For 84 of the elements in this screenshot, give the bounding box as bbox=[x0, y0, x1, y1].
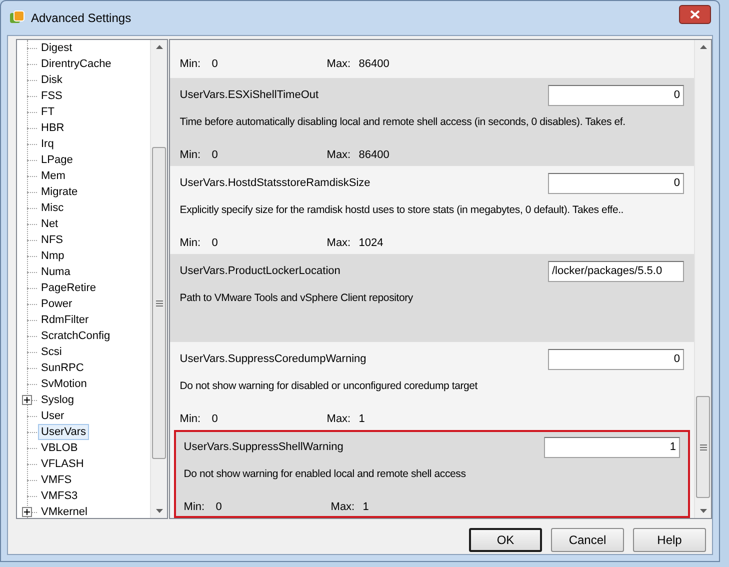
tree-item[interactable]: Digest bbox=[38, 40, 76, 56]
scroll-up-icon[interactable] bbox=[156, 45, 163, 49]
max-label: Max: bbox=[330, 500, 356, 514]
tree-item[interactable]: VMFS bbox=[38, 472, 75, 488]
tree-item[interactable]: Power bbox=[38, 296, 76, 312]
tree-item[interactable]: Mem bbox=[38, 168, 68, 184]
min-label: Min: bbox=[184, 500, 206, 514]
value-field[interactable]: 1 bbox=[544, 436, 680, 458]
max-value: 1024 bbox=[358, 236, 384, 250]
min-value: 0 bbox=[216, 500, 223, 514]
tree-item[interactable]: Nmp bbox=[38, 248, 68, 264]
tree-item[interactable]: DirentryCache bbox=[38, 56, 114, 72]
setting-description: Path to VMware Tools and vSphere Client repository bbox=[180, 291, 414, 306]
expand-icon[interactable] bbox=[22, 507, 32, 517]
dialog-button[interactable]: Help bbox=[633, 528, 706, 552]
dialog-button[interactable]: Cancel bbox=[551, 528, 624, 552]
scroll-thumb[interactable] bbox=[696, 396, 710, 498]
setting-name: UserVars.ProductLockerLocation bbox=[180, 264, 340, 279]
tree-item[interactable]: VBLOB bbox=[38, 440, 81, 456]
tree-item[interactable]: LPage bbox=[38, 152, 76, 168]
tree-item[interactable]: NFS bbox=[38, 232, 66, 248]
scroll-down-icon[interactable] bbox=[156, 509, 163, 513]
tree-item[interactable]: ScratchConfig bbox=[38, 328, 114, 344]
tree-item[interactable]: Scsi bbox=[38, 344, 65, 360]
scroll-thumb[interactable] bbox=[152, 147, 166, 459]
tree-item[interactable]: SunRPC bbox=[38, 360, 87, 376]
tree-item[interactable]: VFLASH bbox=[38, 456, 87, 472]
min-label: Min: bbox=[180, 56, 202, 72]
value-field[interactable]: 0 bbox=[548, 348, 684, 370]
tree-item[interactable]: User bbox=[38, 408, 68, 424]
tree-item[interactable]: Numa bbox=[38, 264, 74, 280]
max-value: 86400 bbox=[358, 148, 390, 162]
tree-item[interactable]: FSS bbox=[38, 88, 66, 104]
setting-description: Time before automatically disabling local and remote shell access (in seconds, 0 disables). Takes ef. bbox=[180, 115, 626, 130]
tree-item[interactable]: VMFS3 bbox=[38, 488, 81, 504]
max-label: Max: bbox=[326, 148, 352, 162]
max-value: 1 bbox=[358, 412, 365, 426]
tree-item[interactable]: RdmFilter bbox=[38, 312, 92, 328]
setting-name: UserVars.SuppressShellWarning bbox=[184, 440, 344, 455]
app-logo-icon bbox=[9, 10, 25, 26]
setting-description: Do not show warning for enabled local and remote shell access bbox=[184, 467, 467, 482]
scrollbar[interactable] bbox=[150, 40, 167, 518]
setting-name: UserVars.SuppressCoredumpWarning bbox=[180, 352, 366, 367]
max-label: Max: bbox=[326, 236, 352, 250]
max-value: 1 bbox=[362, 500, 369, 514]
setting-description: Do not show warning for disabled or unconfigured coredump target bbox=[180, 379, 479, 394]
tree-item[interactable]: Disk bbox=[38, 72, 66, 88]
grip-icon bbox=[156, 300, 163, 307]
tree-item[interactable]: HBR bbox=[38, 120, 68, 136]
min-label: Min: bbox=[180, 412, 202, 426]
value-field[interactable]: 0 bbox=[548, 172, 684, 194]
value-field[interactable]: /locker/packages/5.5.0 bbox=[548, 260, 684, 282]
tree-item[interactable]: Migrate bbox=[38, 184, 81, 200]
max-label: Max: bbox=[326, 412, 352, 426]
setting-description: Explicitly specify size for the ramdisk hostd uses to store stats (in megabytes, 0 default). Takes effe.. bbox=[180, 203, 625, 218]
scroll-down-icon[interactable] bbox=[700, 509, 707, 513]
scroll-up-icon[interactable] bbox=[700, 45, 707, 49]
tree-item[interactable]: UserVars bbox=[38, 424, 90, 440]
tree-item[interactable]: Misc bbox=[38, 200, 67, 216]
tree-item[interactable]: Syslog bbox=[38, 392, 78, 408]
min-value: 0 bbox=[212, 412, 219, 426]
tree-item[interactable]: Net bbox=[38, 216, 62, 232]
setting-name: UserVars.HostdStatsstoreRamdiskSize bbox=[180, 176, 370, 191]
tree-item[interactable]: SvMotion bbox=[38, 376, 90, 392]
expand-icon[interactable] bbox=[22, 395, 32, 405]
min-value: 0 bbox=[212, 236, 219, 250]
tree-item[interactable]: VMkernel bbox=[38, 504, 90, 520]
max-value: 86400 bbox=[358, 56, 390, 72]
tree-item[interactable]: PageRetire bbox=[38, 280, 100, 296]
window-title: Advanced Settings bbox=[31, 10, 132, 27]
setting-name: UserVars.ESXiShellTimeOut bbox=[180, 88, 319, 103]
min-value: 0 bbox=[212, 148, 219, 162]
close-button[interactable] bbox=[679, 4, 711, 24]
max-label: Max: bbox=[326, 56, 352, 72]
tree-item[interactable]: FT bbox=[38, 104, 58, 120]
value-field[interactable]: 0 bbox=[548, 84, 684, 106]
min-label: Min: bbox=[180, 148, 202, 162]
close-icon bbox=[690, 10, 700, 18]
min-label: Min: bbox=[180, 236, 202, 250]
grip-icon bbox=[700, 444, 707, 451]
scrollbar[interactable] bbox=[694, 40, 711, 518]
dialog-button[interactable]: OK bbox=[469, 528, 542, 552]
min-value: 0 bbox=[212, 56, 219, 72]
tree-item[interactable]: Irq bbox=[38, 136, 57, 152]
